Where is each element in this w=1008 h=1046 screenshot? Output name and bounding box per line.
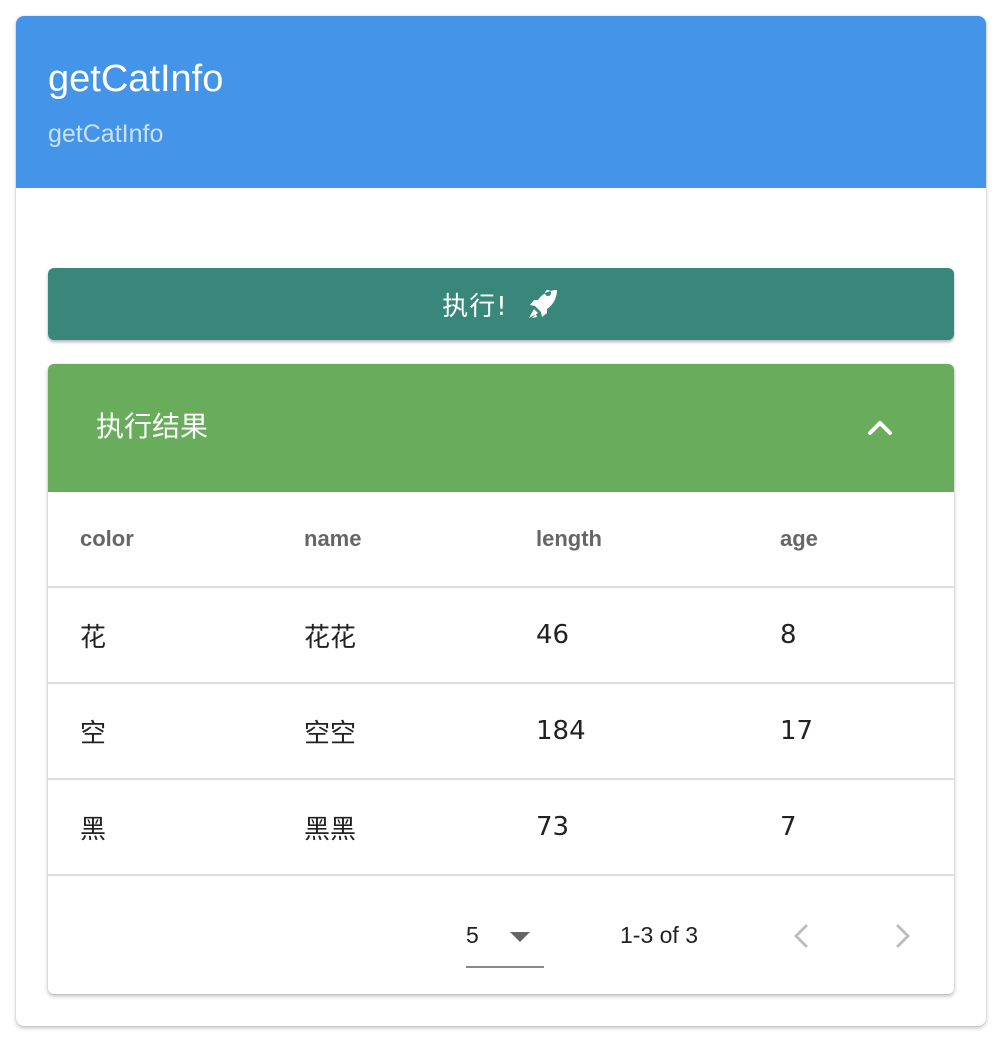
rows-per-page-select[interactable]: 5 (466, 910, 544, 968)
chevron-right-icon[interactable] (890, 922, 914, 950)
table-row: 黑 黑黑 73 7 (48, 779, 954, 876)
table-cell: 花 (48, 587, 304, 684)
table-cell: 黑 (48, 779, 304, 876)
result-panel: 执行结果 color name length age 花 花花 46 8 空 空… (48, 364, 954, 994)
table-cell: 空 (48, 683, 304, 780)
table-cell: 花花 (304, 587, 536, 684)
column-header-age[interactable]: age (780, 492, 954, 588)
table-row: 花 花花 46 8 (48, 587, 954, 684)
pagination-range: 1-3 of 3 (620, 922, 698, 948)
chevron-up-icon[interactable] (866, 414, 894, 442)
card-header: getCatInfo getCatInfo (16, 16, 986, 188)
caret-down-icon (510, 932, 530, 942)
result-table: color name length age 花 花花 46 8 空 空空 184 (48, 492, 954, 876)
rows-per-page-value: 5 (466, 922, 479, 948)
table-cell: 7 (780, 779, 954, 876)
card-title: getCatInfo (48, 58, 224, 100)
table-cell: 73 (536, 779, 780, 876)
table-cell: 184 (536, 683, 780, 780)
card-subtitle: getCatInfo (48, 120, 164, 148)
column-header-length[interactable]: length (536, 492, 780, 588)
column-header-color[interactable]: color (48, 492, 304, 588)
table-footer: 5 1-3 of 3 (48, 878, 954, 994)
run-button[interactable]: 执行! (48, 268, 954, 340)
api-card: getCatInfo getCatInfo 执行! 执行结果 color nam… (16, 16, 986, 1026)
rocket-icon (526, 287, 560, 321)
table-cell: 黑黑 (304, 779, 536, 876)
table-row: 空 空空 184 17 (48, 683, 954, 780)
chevron-left-icon[interactable] (790, 922, 814, 950)
table-header-row: color name length age (48, 492, 954, 588)
column-header-name[interactable]: name (304, 492, 536, 588)
run-button-label: 执行! (442, 291, 508, 322)
table-cell: 空空 (304, 683, 536, 780)
result-panel-header[interactable]: 执行结果 (48, 364, 954, 492)
table-cell: 8 (780, 587, 954, 684)
result-panel-title: 执行结果 (96, 410, 209, 443)
table-cell: 46 (536, 587, 780, 684)
table-cell: 17 (780, 683, 954, 780)
